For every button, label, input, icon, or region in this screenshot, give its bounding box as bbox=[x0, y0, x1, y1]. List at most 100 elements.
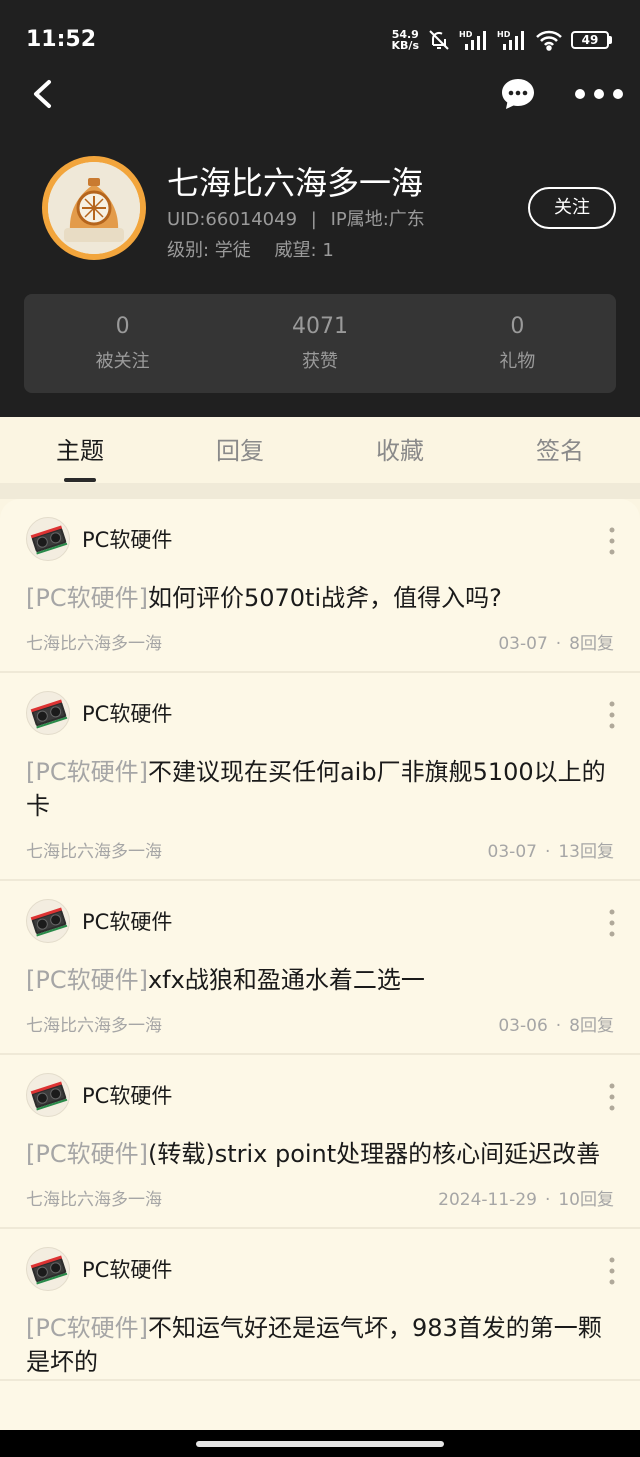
post-meta: 七海比六海多一海 03-06 · 8回复 bbox=[26, 997, 614, 1053]
post-meta: 七海比六海多一海 03-07 · 8回复 bbox=[26, 615, 614, 671]
post-tag: [PC软硬件] bbox=[26, 758, 148, 786]
avatar[interactable] bbox=[42, 156, 146, 260]
stat-value: 0 bbox=[510, 314, 525, 339]
status-icons: 54.9 KB/s HD HD 49 bbox=[392, 28, 612, 52]
chat-bubble-icon bbox=[502, 79, 534, 109]
tab-replies[interactable]: 回复 bbox=[160, 417, 320, 483]
list-item[interactable]: PC软硬件 [PC软硬件]不知运气好还是运气坏，983首发的第一颗是坏的 bbox=[0, 1229, 640, 1381]
forum-icon[interactable] bbox=[26, 1073, 70, 1117]
stat-likes[interactable]: 4071 获赞 bbox=[221, 294, 418, 393]
graphics-card-icon bbox=[30, 907, 68, 937]
list-item[interactable]: PC软硬件 [PC软硬件]xfx战狼和盈通水着二选一 七海比六海多一海 03-0… bbox=[0, 881, 640, 1055]
uid-ip-line: UID:66014049 | IP属地:广东 bbox=[167, 205, 425, 231]
post-tag: [PC软硬件] bbox=[26, 966, 148, 994]
stat-label: 礼物 bbox=[499, 351, 536, 372]
network-speed: 54.9 KB/s bbox=[391, 28, 419, 52]
post-date: 03-07 bbox=[498, 634, 548, 654]
reply-count: 8回复 bbox=[569, 1016, 614, 1036]
stats-panel: 0 被关注 4071 获赞 0 礼物 bbox=[24, 294, 616, 393]
graphics-card-icon bbox=[30, 1255, 68, 1285]
level: 级别: 学徒 bbox=[167, 240, 251, 261]
profile-header: 11:52 54.9 KB/s HD HD 49 七海比六海多一海 UID:66… bbox=[0, 0, 640, 417]
forum-icon[interactable] bbox=[26, 517, 70, 561]
list-item[interactable]: PC软硬件 [PC软硬件]如何评价5070ti战斧，值得入吗? 七海比六海多一海… bbox=[0, 499, 640, 673]
forum-name[interactable]: PC软硬件 bbox=[82, 524, 172, 554]
kebab-menu-icon[interactable] bbox=[606, 1255, 618, 1287]
more-options-button[interactable] bbox=[572, 78, 628, 110]
post-meta: 七海比六海多一海 03-07 · 13回复 bbox=[26, 823, 614, 879]
reply-count: 8回复 bbox=[569, 634, 614, 654]
reply-count: 10回复 bbox=[558, 1190, 614, 1210]
back-button[interactable] bbox=[24, 74, 64, 114]
follow-button[interactable]: 关注 bbox=[528, 187, 616, 229]
post-author: 七海比六海多一海 bbox=[26, 1016, 162, 1036]
stat-label: 被关注 bbox=[95, 351, 150, 372]
stat-followers[interactable]: 0 被关注 bbox=[24, 294, 221, 393]
signal-hd-icon: HD bbox=[459, 30, 486, 50]
graphics-card-icon bbox=[30, 699, 68, 729]
post-date: 2024-11-29 bbox=[438, 1190, 537, 1210]
section-divider bbox=[0, 483, 640, 499]
post-author: 七海比六海多一海 bbox=[26, 842, 162, 862]
kebab-menu-icon[interactable] bbox=[606, 525, 618, 557]
chevron-left-icon bbox=[34, 80, 51, 108]
graphics-card-icon bbox=[30, 1081, 68, 1111]
forum-name[interactable]: PC软硬件 bbox=[82, 906, 172, 936]
forum-icon[interactable] bbox=[26, 1247, 70, 1291]
tab-topics[interactable]: 主题 bbox=[0, 417, 160, 483]
forum-name[interactable]: PC软硬件 bbox=[82, 1080, 172, 1110]
kebab-menu-icon[interactable] bbox=[606, 1081, 618, 1113]
post-author: 七海比六海多一海 bbox=[26, 1190, 162, 1210]
svg-text:HD: HD bbox=[497, 30, 511, 39]
forum-name[interactable]: PC软硬件 bbox=[82, 1254, 172, 1284]
post-title[interactable]: [PC软硬件]不知运气好还是运气坏，983首发的第一颗是坏的 bbox=[26, 1311, 614, 1379]
post-title[interactable]: [PC软硬件]如何评价5070ti战斧，值得入吗? bbox=[26, 581, 614, 615]
stat-value: 0 bbox=[115, 314, 130, 339]
home-indicator[interactable] bbox=[196, 1441, 444, 1447]
stat-value: 4071 bbox=[291, 314, 348, 339]
status-time: 11:52 bbox=[26, 27, 97, 52]
forum-icon[interactable] bbox=[26, 691, 70, 735]
username: 七海比六海多一海 bbox=[167, 164, 424, 202]
kebab-menu-icon[interactable] bbox=[606, 907, 618, 939]
post-tag: [PC软硬件] bbox=[26, 1314, 148, 1342]
gesture-nav-bar bbox=[0, 1430, 640, 1457]
kebab-menu-icon[interactable] bbox=[606, 699, 618, 731]
reply-count: 13回复 bbox=[558, 842, 614, 862]
more-dots-icon bbox=[575, 89, 623, 99]
active-tab-indicator bbox=[64, 478, 96, 482]
message-button[interactable] bbox=[498, 74, 538, 114]
ip-location: IP属地:广东 bbox=[330, 209, 425, 230]
meta-separator: | bbox=[310, 209, 317, 230]
post-meta: 七海比六海多一海 2024-11-29 · 10回复 bbox=[26, 1171, 614, 1227]
forum-icon[interactable] bbox=[26, 899, 70, 943]
stat-label: 获赞 bbox=[301, 351, 338, 372]
forum-name[interactable]: PC软硬件 bbox=[82, 698, 172, 728]
list-item[interactable]: PC软硬件 [PC软硬件](转载)strix point处理器的核心间延迟改善 … bbox=[0, 1055, 640, 1229]
post-author: 七海比六海多一海 bbox=[26, 634, 162, 654]
diving-helmet-icon bbox=[48, 162, 140, 254]
post-date: 03-07 bbox=[487, 842, 537, 862]
post-tag: [PC软硬件] bbox=[26, 1140, 148, 1168]
uid: UID:66014049 bbox=[167, 209, 298, 230]
post-list: PC软硬件 [PC软硬件]如何评价5070ti战斧，值得入吗? 七海比六海多一海… bbox=[0, 499, 640, 1430]
post-title[interactable]: [PC软硬件]xfx战狼和盈通水着二选一 bbox=[26, 963, 614, 997]
post-title[interactable]: [PC软硬件](转载)strix point处理器的核心间延迟改善 bbox=[26, 1137, 614, 1171]
status-bar: 11:52 54.9 KB/s HD HD 49 bbox=[0, 0, 640, 80]
graphics-card-icon bbox=[30, 525, 68, 555]
bell-off-icon bbox=[429, 30, 449, 50]
post-date: 03-06 bbox=[498, 1016, 548, 1036]
tab-favorites[interactable]: 收藏 bbox=[320, 417, 480, 483]
post-title[interactable]: [PC软硬件]不建议现在买任何aib厂非旗舰5100以上的卡 bbox=[26, 755, 614, 823]
tab-bar: 主题 回复 收藏 签名 bbox=[0, 417, 640, 483]
wifi-icon bbox=[536, 30, 562, 51]
level-line: 级别: 学徒 威望: 1 bbox=[167, 236, 352, 262]
battery-icon: 49 bbox=[571, 31, 612, 49]
signal-hd-icon-2: HD bbox=[497, 30, 524, 50]
prestige: 威望: 1 bbox=[274, 240, 334, 261]
post-tag: [PC软硬件] bbox=[26, 584, 148, 612]
stat-gifts[interactable]: 0 礼物 bbox=[419, 294, 616, 393]
tab-signature[interactable]: 签名 bbox=[480, 417, 640, 483]
list-item[interactable]: PC软硬件 [PC软硬件]不建议现在买任何aib厂非旗舰5100以上的卡 七海比… bbox=[0, 673, 640, 881]
svg-text:HD: HD bbox=[459, 30, 473, 39]
